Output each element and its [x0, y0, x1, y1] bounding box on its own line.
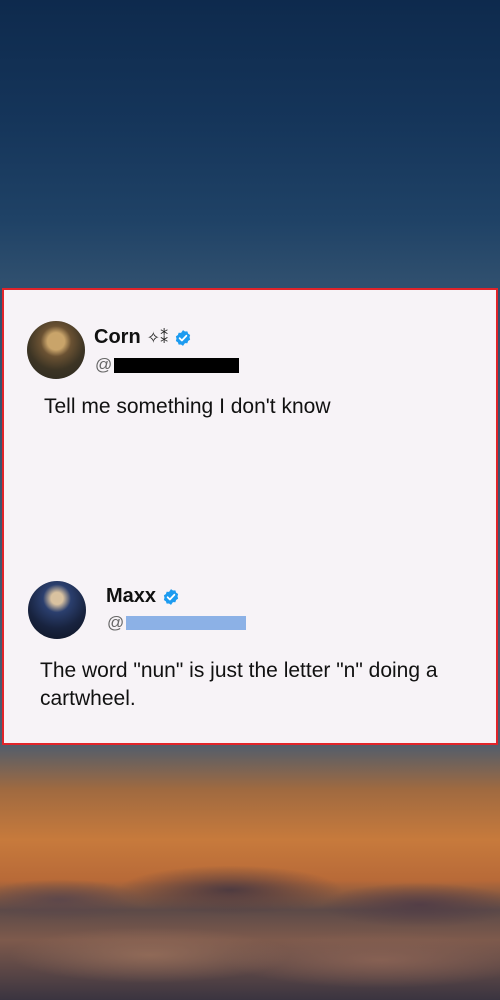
- user-handle[interactable]: @: [95, 355, 240, 375]
- handle-prefix: @: [107, 613, 125, 632]
- verified-badge-icon: [175, 329, 191, 346]
- user-handle[interactable]: @: [107, 613, 247, 633]
- handle-redaction-blue: [126, 616, 247, 630]
- display-name[interactable]: Corn ✧⁑: [94, 326, 192, 349]
- post-screenshot-card: Corn ✧⁑ @ Tell me something I don't know…: [2, 288, 498, 745]
- display-name-text: Maxx: [106, 585, 157, 607]
- post-text: The word "nun" is just the letter "n" do…: [40, 659, 438, 710]
- avatar-maxx[interactable]: [28, 581, 86, 639]
- handle-redaction-black: [114, 357, 240, 373]
- display-name-text: Corn: [94, 326, 141, 348]
- name-sparkle-decoration: ✧⁑: [146, 329, 169, 347]
- post-text: Tell me something I don't know: [44, 395, 331, 418]
- avatar-corn[interactable]: [27, 321, 85, 379]
- display-name[interactable]: Maxx: [106, 585, 180, 608]
- verified-badge-icon: [163, 588, 179, 605]
- handle-prefix: @: [95, 355, 113, 374]
- background-clouds: [0, 860, 500, 1000]
